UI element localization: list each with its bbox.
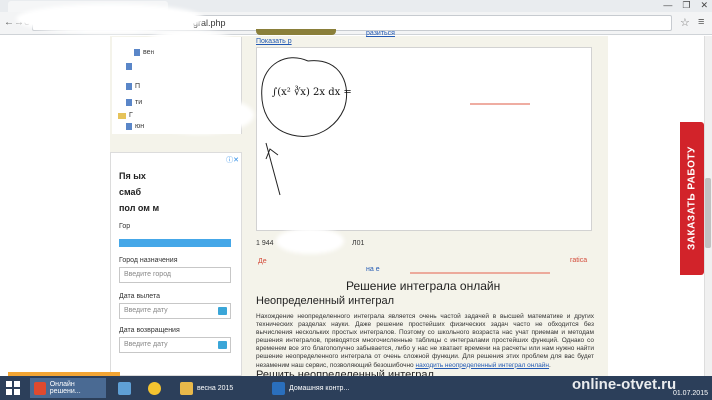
bookmark-star-icon[interactable]: ☆ [680,16,690,29]
redaction-scribble [150,34,230,52]
taskbar-word[interactable]: Домашняя контр... [268,378,354,398]
section-heading: Неопределенный интеграл [256,295,395,307]
redaction-scribble [280,232,340,250]
order-work-tab[interactable]: ЗАКАЗАТЬ РАБОТУ [680,122,704,275]
ad-headline: Пя ых смаб пол ом м [119,171,160,213]
taskbar-folder[interactable]: весна 2015 [176,378,266,398]
document-icon [126,83,132,90]
window-controls: — ❐ ✕ [663,0,708,12]
integral-formula: ∫(x² ∛x) 2x dx = [272,87,352,98]
word-icon [272,381,285,395]
return-date-input[interactable]: Введите дату [119,337,231,353]
document-icon [126,123,132,130]
red-link-right[interactable]: ratica [570,257,587,264]
document-icon [134,49,140,56]
chrome-icon [34,381,46,395]
description-paragraph: Нахождение неопределенного интеграла явл… [256,313,594,369]
scrollbar-thumb[interactable] [705,178,711,248]
from-label: Гор [119,223,131,230]
tree-item[interactable] [126,63,135,70]
from-input[interactable] [119,239,231,247]
ad-widget: ⓘ✕ Пя ых смаб пол ом м Гор Город назначе… [110,152,242,376]
under-box-text-2: Л01 [352,240,365,247]
redaction-scribble [20,8,200,30]
minimize-icon[interactable]: — [663,0,672,12]
windows-start-icon[interactable] [6,381,20,395]
folder-icon [180,381,193,395]
tree-folder[interactable]: Г [118,112,133,119]
tree-item[interactable]: ти [126,99,142,106]
aimp-icon [148,381,161,395]
tree-item[interactable]: вен [134,49,154,56]
red-mark [470,103,530,105]
tray-date: 01.07.2015 [672,390,708,397]
folder-icon [118,112,126,119]
red-link-left[interactable]: Де [258,258,267,265]
solve-online-link[interactable]: находить неопределенный интеграл онлайн [415,362,549,369]
return-label: Дата возвращения [119,327,180,334]
adchoices-icon[interactable]: ⓘ✕ [226,155,239,165]
maximize-icon[interactable]: ❐ [682,0,690,12]
tree-item[interactable]: П [126,83,140,90]
redaction-scribble [150,100,250,130]
app-icon [118,381,131,395]
watermark: online-otvet.ru [572,376,677,393]
document-icon [126,99,132,106]
calendar-icon[interactable] [218,307,227,315]
taskbar-app[interactable] [114,378,136,398]
city-input[interactable]: Введите город [119,267,231,283]
city-label: Город назначения [119,257,178,264]
mid-link[interactable]: на е [366,266,380,273]
back-icon[interactable]: ← [4,17,14,28]
show-link[interactable]: Показать р [256,38,292,45]
document-icon [126,63,132,70]
solve-button[interactable] [256,29,336,35]
departure-date-input[interactable]: Введите дату [119,303,231,319]
red-mark [410,272,550,274]
page-title: Решение интеграла онлайн [346,279,501,293]
under-box-text: 1 944 [256,240,274,247]
taskbar-app[interactable] [144,378,166,398]
top-link[interactable]: разиться [366,30,395,37]
browser-menu-icon[interactable]: ≡ [698,16,704,28]
close-icon[interactable]: ✕ [700,0,708,12]
tree-item[interactable]: юн [126,123,144,130]
taskbar-chrome[interactable]: Онлайн решени... [30,378,106,398]
hand-drawn-sketch [261,57,348,196]
calendar-icon[interactable] [218,341,227,349]
departure-label: Дата вылета [119,293,160,300]
